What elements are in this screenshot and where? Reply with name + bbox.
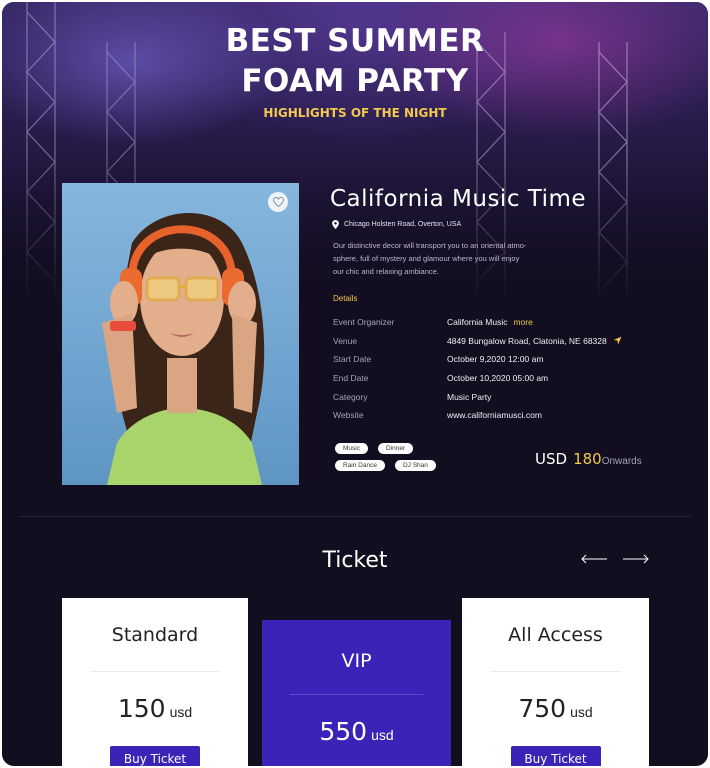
detail-key: Start Date [333, 354, 372, 365]
ticket-price-unit: usd [570, 704, 593, 720]
event-location: Chicago Holsten Road, Overton, USA [332, 220, 461, 229]
detail-row-website: Website www.californiamusci.com [333, 406, 653, 425]
website-link[interactable]: www.californiamusci.com [447, 410, 542, 420]
detail-row-organizer: Event Organizer California Music more [333, 313, 653, 332]
hero-title-line1: BEST SUMMER [225, 23, 485, 59]
detail-value: 4849 Bungalow Road, Clatonia, NE 68328 [447, 336, 622, 346]
description-line: sphere, full of mystery and glamour wher… [333, 254, 520, 263]
ticket-price-unit: usd [371, 727, 394, 743]
detail-value: California Music more [447, 317, 533, 327]
ticket-price-value: 750 [518, 694, 567, 723]
card-divider [490, 671, 621, 672]
detail-key: Category [333, 391, 368, 402]
ticket-card-standard: Standard 150 usd Buy Ticket [62, 598, 248, 766]
ticket-price-unit: usd [169, 704, 193, 720]
page-frame: BEST SUMMER FOAM PARTY HIGHLIGHTS OF THE… [2, 2, 708, 766]
tag-rain-dance[interactable]: Rain Dance [335, 460, 385, 471]
details-list: Event Organizer California Music more Ve… [333, 313, 653, 425]
description-line: Our distinctive decor will transport you… [333, 241, 527, 250]
card-divider [290, 694, 423, 695]
card-divider [90, 671, 220, 672]
ticket-price: 550 usd [262, 717, 451, 746]
ticket-card-vip: VIP 550 usd [262, 620, 451, 766]
tag-dinner[interactable]: Dinner [377, 443, 414, 454]
price-currency: USD [535, 450, 568, 468]
detail-key: End Date [333, 373, 369, 384]
organizer-more-link[interactable]: more [513, 317, 532, 327]
detail-row-venue: Venue 4849 Bungalow Road, Clatonia, NE 6… [333, 332, 653, 351]
venue-address: 4849 Bungalow Road, Clatonia, NE 68328 [447, 335, 607, 346]
heart-icon [272, 197, 284, 207]
price-suffix: Onwards [601, 456, 642, 467]
ticket-name: Standard [111, 624, 199, 646]
ticket-price-value: 550 [319, 717, 368, 746]
ticket-price-value: 150 [117, 694, 166, 723]
detail-value: Music Party [447, 391, 492, 402]
detail-key: Venue [333, 335, 358, 346]
event-price: USD 180 Onwards [535, 450, 642, 468]
tag-dj-shan[interactable]: DJ Shan [394, 460, 436, 471]
woman-with-headphones-illustration [102, 213, 265, 485]
event-title: California Music Time [330, 186, 587, 212]
detail-row-end-date: End Date October 10,2020 05:00 am [333, 369, 653, 388]
tag-music[interactable]: Music [335, 443, 368, 454]
hero-subtitle: HIGHLIGHTS OF THE NIGHT [263, 106, 447, 120]
arrow-left-icon[interactable] [580, 553, 608, 565]
location-text: Chicago Holsten Road, Overton, USA [344, 221, 462, 228]
details-heading: Details [333, 294, 358, 303]
detail-key: Event Organizer [333, 317, 395, 328]
detail-key: Website [333, 410, 364, 421]
ticket-name: VIP [341, 650, 372, 672]
arrow-right-icon[interactable] [622, 553, 650, 565]
buy-ticket-button[interactable]: Buy Ticket [110, 746, 200, 766]
event-photo [62, 183, 299, 485]
description-line: our chic and relaxing ambiance. [333, 267, 439, 276]
detail-row-category: Category Music Party [333, 387, 653, 406]
hero-title-line2: FOAM PARTY [241, 63, 469, 99]
event-description: Our distinctive decor will transport you… [333, 239, 558, 278]
ticket-card-all-access: All Access 750 usd Buy Ticket [462, 598, 649, 766]
price-amount: 180 [573, 450, 602, 468]
detail-row-start-date: Start Date October 9,2020 12:00 am [333, 350, 653, 369]
buy-ticket-button[interactable]: Buy Ticket [510, 746, 601, 766]
detail-value: October 9,2020 12:00 am [447, 354, 544, 365]
ticket-price: 150 usd [62, 694, 248, 723]
organizer-name: California Music [447, 317, 508, 328]
navigate-arrow-icon[interactable] [613, 336, 622, 345]
ticket-price: 750 usd [462, 694, 649, 723]
detail-value: October 10,2020 05:00 am [447, 373, 549, 384]
map-pin-icon [332, 220, 339, 229]
tag-list: Music Dinner Rain Dance DJ Shan [335, 443, 455, 471]
section-divider [18, 516, 692, 517]
ticket-name: All Access [508, 624, 603, 646]
favorite-button[interactable] [268, 192, 288, 212]
